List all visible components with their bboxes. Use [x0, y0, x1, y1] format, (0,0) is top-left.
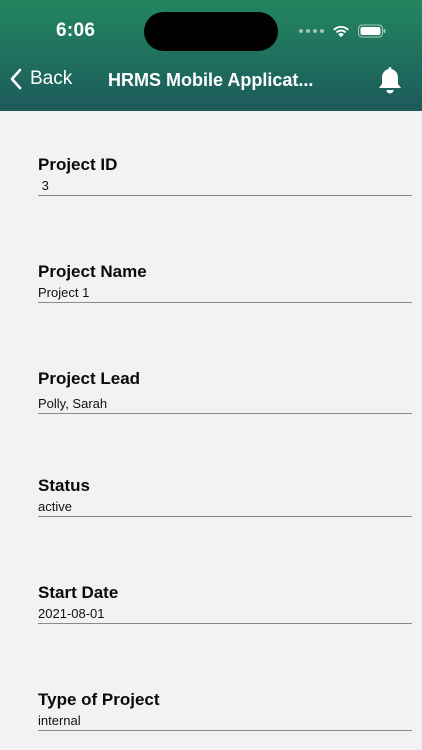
field-label: Start Date	[38, 583, 119, 602]
dynamic-island	[144, 12, 278, 51]
field-value[interactable]: 2021-08-01	[38, 606, 412, 624]
field-value[interactable]: active	[38, 499, 412, 517]
navigation-bar: Back HRMS Mobile Applicat...	[0, 62, 422, 102]
field-label: Project Lead	[38, 369, 141, 388]
bell-icon[interactable]	[375, 66, 405, 96]
field-project-name: Project Name Project 1	[38, 262, 412, 303]
status-icons	[299, 24, 386, 38]
field-project-lead: Project Lead Polly, Sarah	[38, 369, 412, 414]
field-label: Status	[38, 476, 90, 495]
field-project-id: Project ID 3	[38, 155, 412, 196]
app-header: 6:06 Back HRMS Mobile Applicat...	[0, 0, 422, 111]
field-label: Project Name	[38, 262, 147, 281]
field-value[interactable]: internal	[38, 713, 412, 731]
status-bar: 6:06	[0, 0, 422, 60]
cellular-signal-icon	[299, 29, 324, 33]
chevron-left-icon	[10, 68, 22, 90]
project-details: Project ID 3 Project Name Project 1 Proj…	[0, 111, 422, 750]
page-title: HRMS Mobile Applicat...	[108, 70, 314, 90]
field-label: Type of Project	[38, 690, 160, 709]
back-label: Back	[30, 68, 73, 89]
field-status: Status active	[38, 476, 412, 517]
field-start-date: Start Date 2021-08-01	[38, 583, 412, 624]
field-value[interactable]: Polly, Sarah	[38, 396, 412, 414]
field-value[interactable]: Project 1	[38, 285, 412, 303]
wifi-icon	[333, 25, 349, 38]
battery-icon	[358, 24, 386, 38]
field-label: Project ID	[38, 155, 118, 174]
field-type-of-project: Type of Project internal	[38, 690, 412, 731]
status-time: 6:06	[56, 20, 96, 41]
field-value[interactable]: 3	[38, 178, 412, 196]
back-button[interactable]: Back	[10, 68, 72, 90]
